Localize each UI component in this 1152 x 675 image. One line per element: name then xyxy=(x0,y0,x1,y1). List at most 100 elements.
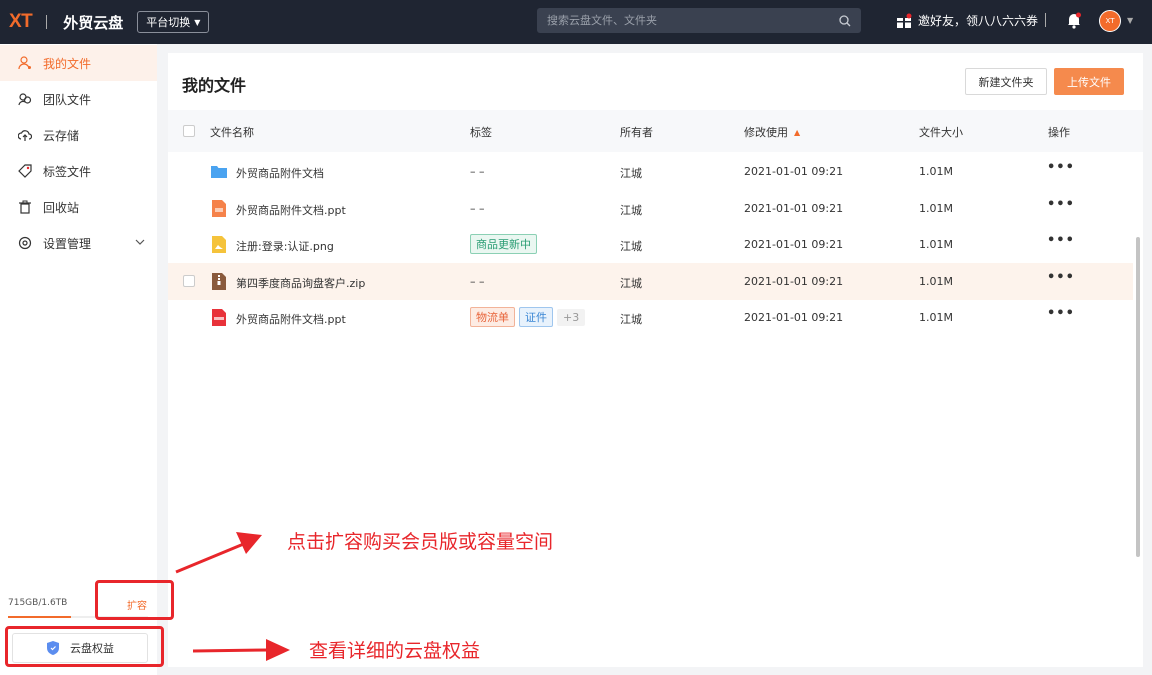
annotation-benefit-hint: 查看详细的云盘权益 xyxy=(309,640,481,662)
file-owner: 江城 xyxy=(620,277,642,290)
zip-file-icon xyxy=(212,273,226,290)
storage-usage-text: 715GB/1.6TB xyxy=(8,598,68,608)
app-name: 外贸云盘 xyxy=(63,13,124,32)
team-icon xyxy=(18,93,32,106)
folder-icon xyxy=(211,166,227,178)
column-header-owner: 所有者 xyxy=(620,126,653,139)
more-actions-icon[interactable]: ••• xyxy=(1047,233,1075,248)
storage-progress-fill xyxy=(8,616,71,618)
ppt-file-icon xyxy=(212,200,226,217)
annotation-highlight-expand xyxy=(95,580,174,620)
column-header-actions: 操作 xyxy=(1048,126,1070,139)
avatar-menu-caret-icon[interactable]: ▼ xyxy=(1127,16,1133,25)
file-name[interactable]: 注册:登录:认证.png xyxy=(236,238,334,254)
file-name[interactable]: 外贸商品附件文档 xyxy=(236,165,324,181)
select-all-checkbox[interactable] xyxy=(183,125,195,137)
sidebar-item-tag-files[interactable]: 标签文件 xyxy=(0,153,157,189)
table-row[interactable]: 注册:登录:认证.png 商品更新中 江城 2021-01-01 09:21 1… xyxy=(168,226,1133,263)
chevron-down-icon[interactable] xyxy=(135,237,145,247)
file-size: 1.01M xyxy=(919,275,953,288)
logo-divider xyxy=(46,15,48,29)
pdf-file-icon xyxy=(212,309,226,326)
file-tags: 物流单 证件 +3 xyxy=(470,307,589,327)
user-avatar[interactable]: XT xyxy=(1099,10,1121,32)
file-owner: 江城 xyxy=(620,313,642,326)
file-modified: 2021-01-01 09:21 xyxy=(744,238,844,251)
more-actions-icon[interactable]: ••• xyxy=(1047,197,1075,212)
table-row[interactable]: 外贸商品附件文档.ppt 物流单 证件 +3 江城 2021-01-01 09:21… xyxy=(168,299,1133,336)
sidebar-item-settings[interactable]: 设置管理 xyxy=(0,225,157,261)
app-logo[interactable]: XT xyxy=(9,11,33,33)
sidebar-item-label: 回收站 xyxy=(43,200,80,215)
upload-file-button[interactable]: 上传文件 xyxy=(1054,68,1124,95)
file-tags-empty: – – xyxy=(470,165,485,178)
header-divider xyxy=(1045,13,1046,27)
sidebar-item-label: 标签文件 xyxy=(43,164,92,179)
platform-switch-label: 平台切换 xyxy=(146,16,191,29)
caret-down-icon: ▼ xyxy=(194,17,201,27)
file-modified: 2021-01-01 09:21 xyxy=(744,275,844,288)
invite-friends-link[interactable]: 邀好友，领八八六六券 xyxy=(896,12,1038,29)
invite-text: 邀好友，领八八六六券 xyxy=(918,14,1039,28)
column-header-size: 文件大小 xyxy=(919,126,963,139)
cloud-icon xyxy=(18,130,32,141)
file-name[interactable]: 外贸商品附件文档.ppt xyxy=(236,202,346,218)
search-icon[interactable] xyxy=(839,14,851,27)
file-size: 1.01M xyxy=(919,202,953,215)
vertical-scrollbar[interactable] xyxy=(1136,237,1140,557)
table-row[interactable]: 外贸商品附件文档.ppt – – 江城 2021-01-01 09:21 1.0… xyxy=(168,190,1133,227)
sidebar-item-cloud-storage[interactable]: 云存储 xyxy=(0,117,157,153)
sidebar-item-label: 团队文件 xyxy=(43,92,92,107)
settings-icon xyxy=(18,236,32,250)
search-input[interactable] xyxy=(547,14,839,27)
notification-bell-icon[interactable] xyxy=(1066,12,1082,29)
file-size: 1.01M xyxy=(919,165,953,178)
more-actions-icon[interactable]: ••• xyxy=(1047,306,1075,321)
annotation-highlight-benefits xyxy=(5,626,164,667)
tag-badge[interactable]: 证件 xyxy=(519,307,553,327)
page-title: 我的文件 xyxy=(182,76,247,95)
file-name[interactable]: 外贸商品附件文档.ppt xyxy=(236,311,346,327)
platform-switch-button[interactable]: 平台切换 ▼ xyxy=(137,11,210,33)
more-actions-icon[interactable]: ••• xyxy=(1047,270,1075,285)
user-file-icon xyxy=(18,56,31,70)
file-modified: 2021-01-01 09:21 xyxy=(744,311,844,324)
tag-icon xyxy=(18,164,32,178)
image-file-icon xyxy=(212,236,226,253)
row-checkbox[interactable] xyxy=(183,275,195,287)
search-box xyxy=(537,8,861,33)
column-header-modified[interactable]: 修改使用 ▲ xyxy=(744,124,800,140)
sidebar-item-team-files[interactable]: 团队文件 xyxy=(0,81,157,117)
sort-icon[interactable]: ▲ xyxy=(794,128,800,137)
file-tags-empty: – – xyxy=(470,275,485,288)
more-actions-icon[interactable]: ••• xyxy=(1047,160,1075,175)
file-owner: 江城 xyxy=(620,240,642,253)
file-name[interactable]: 第四季度商品询盘客户.zip xyxy=(236,275,365,291)
column-header-tags: 标签 xyxy=(470,126,492,139)
file-modified: 2021-01-01 09:21 xyxy=(744,165,844,178)
column-header-name[interactable]: 文件名称 xyxy=(210,124,254,140)
sidebar-item-label: 我的文件 xyxy=(43,56,92,71)
file-tags-empty: – – xyxy=(470,202,485,215)
annotation-expand-hint: 点击扩容购买会员版或容量空间 xyxy=(287,531,554,553)
file-tags: 商品更新中 xyxy=(470,234,541,254)
column-header-modified-label: 修改使用 xyxy=(744,126,788,139)
more-tags-badge[interactable]: +3 xyxy=(557,309,586,326)
file-modified: 2021-01-01 09:21 xyxy=(744,202,844,215)
sidebar-item-my-files[interactable]: 我的文件 xyxy=(0,45,157,81)
new-folder-button[interactable]: 新建文件夹 xyxy=(965,68,1047,95)
file-owner: 江城 xyxy=(620,167,642,180)
file-owner: 江城 xyxy=(620,204,642,217)
file-size: 1.01M xyxy=(919,238,953,251)
sidebar-item-label: 设置管理 xyxy=(43,236,92,251)
sidebar-item-recycle-bin[interactable]: 回收站 xyxy=(0,189,157,225)
table-row[interactable]: 第四季度商品询盘客户.zip – – 江城 2021-01-01 09:21 1… xyxy=(168,263,1133,300)
tag-badge[interactable]: 商品更新中 xyxy=(470,234,537,254)
sidebar-item-label: 云存储 xyxy=(43,128,80,143)
tag-badge[interactable]: 物流单 xyxy=(470,307,515,327)
file-size: 1.01M xyxy=(919,311,953,324)
main-panel: 我的文件 新建文件夹 上传文件 文件名称 标签 所有者 修改使用 ▲ 文件大小 操… xyxy=(168,53,1143,667)
table-row[interactable]: 外贸商品附件文档 – – 江城 2021-01-01 09:21 1.01M •… xyxy=(168,153,1133,190)
gift-icon xyxy=(897,13,912,28)
table-header: 文件名称 标签 所有者 修改使用 ▲ 文件大小 操作 xyxy=(168,110,1143,152)
